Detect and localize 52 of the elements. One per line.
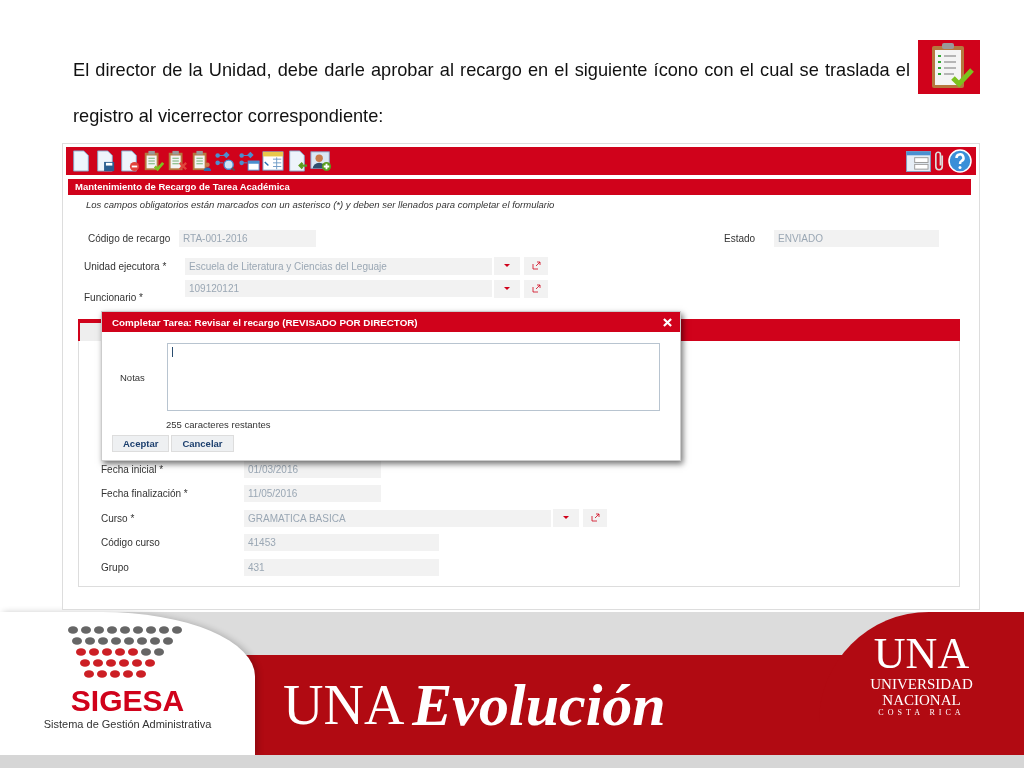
nodes-search-icon[interactable]	[214, 150, 236, 172]
status-field[interactable]: ENVIADO	[774, 229, 939, 247]
nodes-window-icon[interactable]	[238, 150, 260, 172]
brand-text: UNA	[283, 673, 405, 737]
slogan-text: Evolución	[412, 670, 666, 740]
university-country: COSTA RICA	[878, 708, 965, 717]
clipboard-check-icon	[918, 40, 980, 94]
notes-label: Notas	[120, 371, 146, 383]
instruction-paragraph: El director de la Unidad, debe darle aprobar al recargo en el siguiente ícono con el cual se traslada el registro al vicerrector correspondiente:	[73, 59, 910, 128]
form-title: Mantenimiento de Recargo de Tarea Académica	[68, 179, 971, 195]
text-field[interactable]: 41453	[244, 534, 439, 552]
field-label: Código curso	[101, 537, 161, 549]
employee-select[interactable]: 109120121	[185, 280, 492, 297]
document-save-icon[interactable]	[94, 150, 116, 172]
form-window-icon[interactable]	[906, 150, 931, 172]
required-fields-note: Los campos obligatorios están marcados con un asterisco (*) y deben ser llenados para completar el formulario	[85, 198, 556, 212]
field-label: Fecha finalización *	[101, 488, 189, 500]
field-label: Fecha inicial *	[101, 463, 165, 475]
logo-subtitle: Sistema de Gestión Administrativa	[43, 718, 212, 730]
dialog-button[interactable]: Aceptar	[112, 435, 170, 452]
date-field[interactable]: 11/05/2016	[244, 485, 381, 503]
logo-text: SIGESA	[70, 686, 185, 716]
university-acronym: UNA	[873, 632, 970, 676]
document-remove-icon[interactable]	[118, 150, 140, 172]
dropdown-button[interactable]	[553, 509, 579, 528]
dialog-title: Completar Tarea: Revisar el recargo (REVISADO POR DIRECTOR)	[112, 316, 418, 328]
field-label: Unidad ejecutora *	[83, 260, 168, 272]
help-icon[interactable]	[948, 149, 972, 173]
document-arrow-icon[interactable]	[286, 150, 308, 172]
unit-select[interactable]: Escuela de Literatura y Ciencias del Leguaje	[185, 257, 492, 275]
course-select[interactable]: GRAMATICA BASICA	[244, 509, 551, 527]
field-label: Funcionario *	[83, 291, 144, 303]
dialog-button[interactable]: Cancelar	[171, 435, 234, 452]
field-label: Curso *	[101, 512, 136, 524]
document-icon[interactable]	[70, 150, 92, 172]
code-field[interactable]: RTA-001-2016	[179, 229, 316, 247]
clipboard-cross-icon[interactable]	[166, 150, 188, 172]
field-label: Grupo	[101, 561, 130, 573]
dropdown-button[interactable]	[494, 257, 520, 275]
university-name: UNIVERSIDAD	[870, 676, 973, 692]
calendar-icon[interactable]	[262, 150, 284, 172]
dropdown-button[interactable]	[494, 280, 520, 298]
text-field[interactable]: 431	[244, 558, 439, 576]
character-counter: 255 caracteres restantes	[165, 418, 272, 430]
field-label: Estado	[724, 232, 757, 244]
user-add-icon[interactable]	[310, 150, 332, 172]
clipboard-user-icon[interactable]	[190, 150, 212, 172]
close-icon[interactable]	[663, 317, 672, 327]
clipboard-check-icon[interactable]	[142, 150, 164, 172]
university-name: NACIONAL	[882, 692, 961, 708]
paperclip-icon[interactable]	[933, 150, 946, 172]
field-label: Código de recargo	[87, 232, 172, 244]
